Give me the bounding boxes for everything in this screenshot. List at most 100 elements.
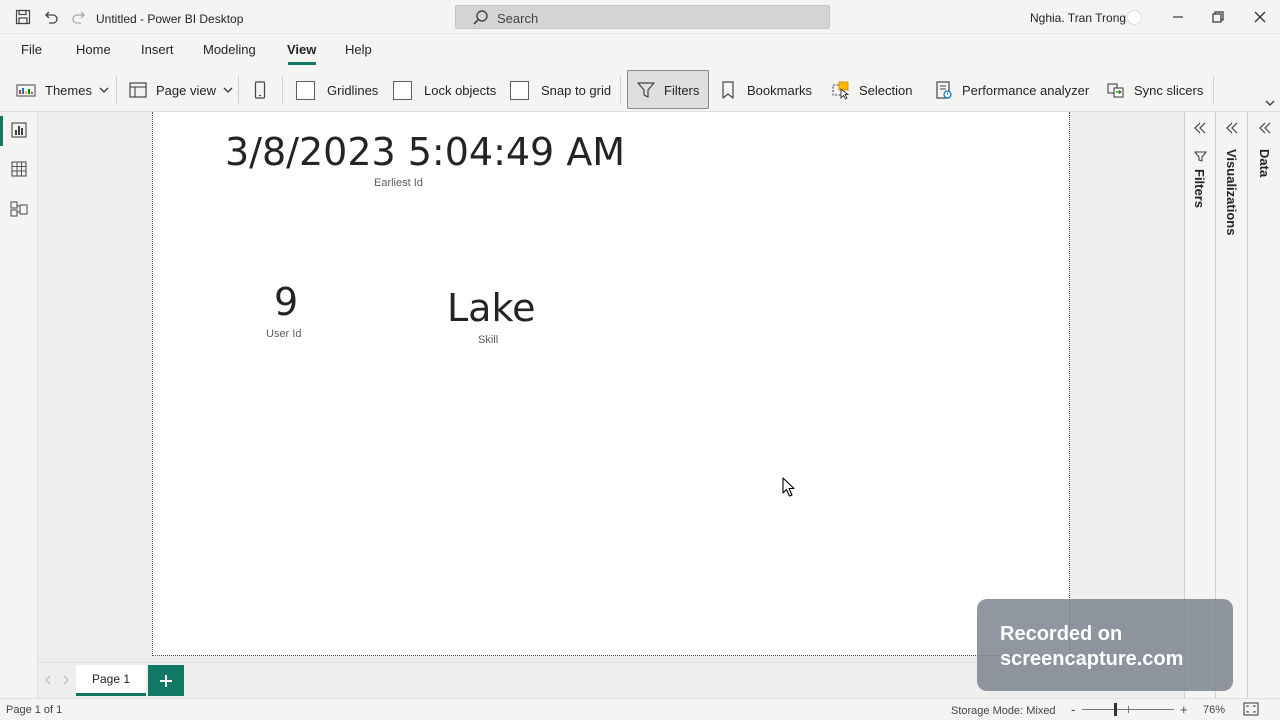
page-view-label: Page view bbox=[156, 82, 216, 98]
expand-chevron-icon[interactable] bbox=[1257, 120, 1273, 136]
undo-icon[interactable] bbox=[43, 9, 59, 25]
user-id-card-label: User Id bbox=[266, 328, 302, 340]
skill-card-label: Skill bbox=[478, 334, 499, 346]
search-placeholder: Search bbox=[497, 11, 539, 26]
watermark-line-1: Recorded on bbox=[1000, 623, 1123, 645]
gridlines-checkbox[interactable]: Gridlines bbox=[296, 68, 378, 112]
data-pane-collapsed[interactable]: Data bbox=[1247, 112, 1280, 698]
expand-chevron-icon[interactable] bbox=[1224, 120, 1240, 136]
zoom-out-button[interactable]: - bbox=[1071, 702, 1075, 717]
data-pane-label: Data bbox=[1257, 149, 1272, 178]
chevron-down-icon bbox=[222, 84, 234, 96]
bookmark-icon bbox=[718, 80, 738, 100]
ribbon-divider bbox=[116, 76, 117, 104]
themes-icon bbox=[16, 80, 36, 100]
lock-objects-label: Lock objects bbox=[424, 82, 497, 98]
search-box[interactable]: Search bbox=[455, 5, 830, 29]
earliest-id-card-label: Earliest Id bbox=[374, 177, 423, 189]
status-bar: Page 1 of 1 Storage Mode: Mixed - + 76% bbox=[0, 698, 1280, 720]
themes-label: Themes bbox=[45, 82, 92, 98]
next-page-icon[interactable] bbox=[60, 673, 72, 687]
performance-analyzer-button[interactable]: Performance analyzer bbox=[934, 68, 1089, 112]
ribbon-divider bbox=[1213, 76, 1214, 104]
ribbon-divider bbox=[282, 76, 283, 104]
sync-slicers-icon bbox=[1106, 80, 1126, 100]
menu-insert[interactable]: Insert bbox=[141, 42, 174, 57]
zoom-slider-thumb[interactable] bbox=[1114, 703, 1117, 716]
menu-view[interactable]: View bbox=[287, 42, 316, 57]
avatar[interactable] bbox=[1127, 10, 1142, 25]
restore-icon[interactable] bbox=[1210, 9, 1226, 25]
skill-card-value[interactable]: Lake bbox=[447, 286, 536, 330]
ribbon-collapse-chevron-icon[interactable] bbox=[1264, 96, 1276, 108]
close-icon[interactable] bbox=[1252, 9, 1268, 25]
snap-to-grid-checkbox[interactable]: Snap to grid bbox=[510, 68, 611, 112]
active-menu-indicator bbox=[288, 62, 316, 65]
zoom-level: 76% bbox=[1203, 704, 1226, 716]
sync-slicers-label: Sync slicers bbox=[1134, 82, 1204, 98]
menu-modeling[interactable]: Modeling bbox=[203, 42, 256, 57]
user-id-card-value[interactable]: 9 bbox=[274, 280, 298, 324]
menu-file[interactable]: File bbox=[21, 42, 42, 57]
menu-home[interactable]: Home bbox=[76, 42, 111, 57]
menu-bar: File Home Insert Modeling View Help bbox=[0, 34, 1280, 68]
filters-label: Filters bbox=[664, 82, 700, 98]
page-view-icon bbox=[128, 80, 148, 100]
ribbon: Themes Page view Gridlines Lock objects … bbox=[0, 68, 1280, 112]
search-icon bbox=[472, 9, 489, 26]
snap-to-grid-label: Snap to grid bbox=[541, 82, 612, 98]
left-view-nav bbox=[0, 112, 38, 698]
gridlines-label: Gridlines bbox=[327, 82, 379, 98]
redo-icon[interactable] bbox=[71, 9, 87, 25]
storage-mode: Storage Mode: Mixed bbox=[951, 705, 1056, 717]
mobile-phone-icon bbox=[250, 80, 270, 100]
bookmarks-button[interactable]: Bookmarks bbox=[718, 68, 812, 112]
watermark-line-2: screencapture.com bbox=[1000, 648, 1184, 670]
bookmarks-label: Bookmarks bbox=[747, 82, 813, 98]
save-icon[interactable] bbox=[15, 9, 31, 25]
ribbon-divider bbox=[238, 76, 239, 104]
page-view-button[interactable]: Page view bbox=[128, 68, 234, 112]
performance-analyzer-label: Performance analyzer bbox=[962, 82, 1090, 98]
sync-slicers-button[interactable]: Sync slicers bbox=[1106, 68, 1203, 112]
previous-page-icon[interactable] bbox=[42, 673, 54, 687]
filter-icon bbox=[1193, 150, 1208, 163]
filters-pane-label: Filters bbox=[1192, 169, 1207, 209]
title-bar: Untitled - Power BI Desktop Search Nghia… bbox=[0, 0, 1280, 34]
model-view-icon[interactable] bbox=[9, 199, 29, 219]
gridlines-check-box[interactable] bbox=[296, 80, 315, 100]
window-title: Untitled - Power BI Desktop bbox=[96, 12, 244, 26]
table-view-icon[interactable] bbox=[9, 159, 29, 179]
active-view-indicator bbox=[0, 116, 3, 146]
mouse-cursor-icon bbox=[782, 477, 796, 498]
snap-to-grid-check-box[interactable] bbox=[510, 80, 529, 100]
selection-label: Selection bbox=[859, 82, 913, 98]
selection-icon bbox=[831, 80, 851, 100]
ribbon-divider bbox=[620, 76, 621, 104]
user-name[interactable]: Nghia. Tran Trong bbox=[1030, 11, 1126, 25]
themes-button[interactable]: Themes bbox=[16, 68, 110, 112]
report-page[interactable]: 3/8/2023 5:04:49 AM Earliest Id 9 User I… bbox=[152, 112, 1070, 656]
chevron-down-icon bbox=[98, 84, 110, 96]
mobile-layout-button[interactable] bbox=[250, 68, 278, 112]
menu-help[interactable]: Help bbox=[345, 42, 372, 57]
zoom-slider-center-tick bbox=[1128, 706, 1129, 713]
selection-button[interactable]: Selection bbox=[831, 68, 912, 112]
fit-to-page-icon[interactable] bbox=[1243, 702, 1259, 716]
zoom-in-button[interactable]: + bbox=[1180, 702, 1188, 717]
filters-button[interactable]: Filters bbox=[636, 68, 699, 112]
minimize-icon[interactable] bbox=[1170, 9, 1186, 25]
lock-objects-checkbox[interactable]: Lock objects bbox=[393, 68, 496, 112]
page-tab-page-1[interactable]: Page 1 bbox=[76, 665, 146, 696]
plus-icon bbox=[159, 674, 173, 688]
lock-objects-check-box[interactable] bbox=[393, 80, 412, 100]
performance-analyzer-icon bbox=[934, 80, 954, 100]
recording-watermark: Recorded on screencapture.com bbox=[977, 599, 1233, 691]
report-view-icon[interactable] bbox=[9, 120, 29, 140]
filter-icon bbox=[636, 80, 656, 100]
expand-chevron-icon[interactable] bbox=[1192, 120, 1208, 136]
page-count: Page 1 of 1 bbox=[6, 704, 63, 716]
earliest-id-card-value[interactable]: 3/8/2023 5:04:49 AM bbox=[225, 130, 625, 174]
add-page-button[interactable] bbox=[148, 665, 184, 696]
visualizations-pane-label: Visualizations bbox=[1224, 149, 1239, 236]
